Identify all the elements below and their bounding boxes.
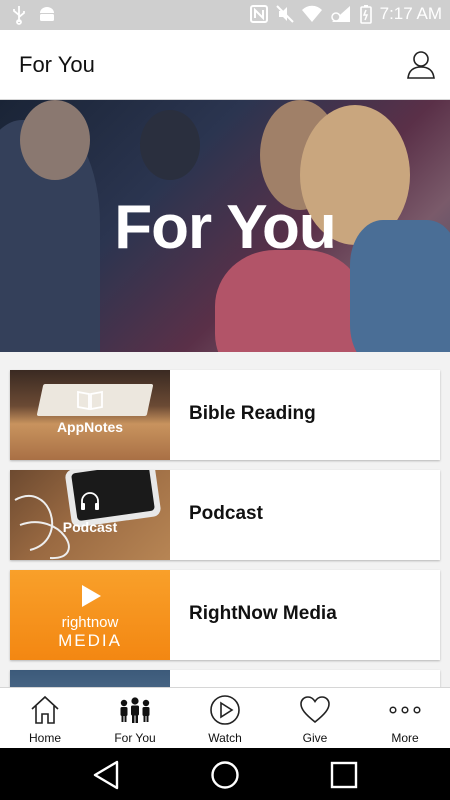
back-icon[interactable]	[89, 758, 123, 792]
mute-icon	[275, 5, 294, 23]
play-icon	[82, 585, 101, 607]
list-item-partial[interactable]	[10, 670, 440, 687]
android-icon	[40, 7, 54, 21]
hero-title: For You	[114, 193, 336, 262]
signal-icon	[330, 6, 350, 22]
tab-label: Home	[28, 731, 61, 745]
tab-home[interactable]: Home	[0, 688, 90, 749]
list-item-rightnow-media[interactable]: rightnow MEDIA RightNow Media	[10, 570, 440, 660]
nfc-icon	[249, 5, 268, 23]
content-list: AppNotes Bible Reading Podcast Podcast r…	[0, 352, 450, 687]
partial-thumbnail	[10, 670, 170, 687]
list-item-podcast[interactable]: Podcast Podcast	[10, 470, 440, 560]
usb-icon	[13, 6, 25, 25]
hero-banner: For You	[0, 100, 450, 352]
tab-label: Watch	[208, 731, 242, 745]
tab-label: Give	[302, 731, 328, 745]
more-dots-icon	[389, 706, 421, 714]
battery-icon	[359, 5, 372, 24]
recents-icon[interactable]	[327, 758, 361, 792]
tab-label: More	[391, 731, 419, 745]
thumb-text-podcast: Podcast	[62, 519, 118, 535]
bottom-tab-bar: Home For You Watch Give More	[0, 687, 450, 748]
tab-label: For You	[114, 731, 156, 745]
tab-more[interactable]: More	[360, 688, 450, 749]
list-item-label: Bible Reading	[189, 403, 316, 424]
status-bar: 7:17 AM	[0, 0, 450, 30]
list-item-label: Podcast	[189, 503, 263, 524]
tab-give[interactable]: Give	[270, 688, 360, 749]
home-icon	[31, 695, 59, 724]
page-title: For You	[19, 52, 95, 77]
bible-reading-thumbnail: AppNotes	[10, 370, 170, 460]
list-item-label: RightNow Media	[189, 603, 337, 624]
system-nav-bar	[0, 748, 450, 800]
tab-watch[interactable]: Watch	[180, 688, 270, 749]
home-circle-icon[interactable]	[208, 758, 242, 792]
book-icon	[77, 390, 103, 411]
list-item-bible-reading[interactable]: AppNotes Bible Reading	[10, 370, 440, 460]
thumb-text-media: MEDIA	[58, 631, 122, 650]
person-icon[interactable]	[406, 50, 436, 80]
thumb-text-rightnow: rightnow	[61, 614, 119, 631]
people-icon	[120, 697, 150, 723]
app-header: For You	[0, 30, 450, 100]
heart-icon	[300, 696, 330, 724]
tab-for-you[interactable]: For You	[90, 688, 180, 749]
thumb-text-appnotes: AppNotes	[56, 419, 124, 435]
headphones-icon	[81, 492, 99, 510]
play-circle-icon	[210, 695, 240, 725]
status-time: 7:17 AM	[379, 4, 442, 23]
wifi-icon	[301, 5, 322, 22]
podcast-thumbnail: Podcast	[10, 470, 170, 560]
rightnow-media-thumbnail: rightnow MEDIA	[10, 570, 170, 660]
